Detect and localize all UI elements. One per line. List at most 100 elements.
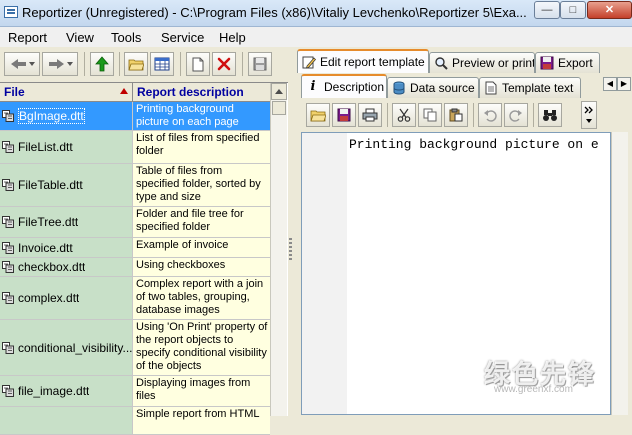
description-cell[interactable]: Using 'On Print' property of the report … xyxy=(133,320,270,375)
table-row[interactable]: Invoice.dtt Example of invoice xyxy=(0,238,270,258)
tab-description[interactable]: i Description xyxy=(301,74,387,98)
new-report-button[interactable] xyxy=(186,52,210,76)
file-name: BgImage.dtt xyxy=(18,108,85,124)
tab-label: Export xyxy=(558,56,593,70)
delete-x-icon xyxy=(217,57,231,71)
save-template-button[interactable] xyxy=(332,103,356,127)
toolbar-overflow-button[interactable] xyxy=(581,101,597,129)
file-cell[interactable]: file_image.dtt xyxy=(0,376,133,406)
toolbar-separator xyxy=(387,103,388,127)
table-row[interactable]: FileList.dtt List of files from specifie… xyxy=(0,131,270,164)
print-button[interactable] xyxy=(358,103,382,127)
report-file-icon xyxy=(2,341,14,354)
up-button[interactable] xyxy=(90,52,114,76)
description-cell[interactable]: Complex report with a join of two tables… xyxy=(133,277,270,319)
description-editor[interactable]: Printing background picture on e xyxy=(301,132,611,415)
file-cell[interactable] xyxy=(0,407,133,434)
tab-data-source[interactable]: Data source xyxy=(387,77,479,98)
table-row[interactable]: conditional_visibility.... Using 'On Pri… xyxy=(0,320,270,376)
description-cell[interactable]: Printing background picture on each page xyxy=(133,102,270,130)
menu-view[interactable]: View xyxy=(66,30,94,45)
undo-button[interactable] xyxy=(478,103,502,127)
description-cell[interactable]: Table of files from specified folder, so… xyxy=(133,164,270,206)
file-cell[interactable]: FileTable.dtt xyxy=(0,164,133,206)
file-cell[interactable]: FileTree.dtt xyxy=(0,207,133,237)
report-file-icon xyxy=(2,385,14,397)
tabs-scroll-left[interactable]: ◀ xyxy=(603,77,617,91)
paste-icon xyxy=(449,108,463,122)
arrow-up-icon xyxy=(95,56,109,72)
table-row[interactable]: FileTree.dtt Folder and file tree for sp… xyxy=(0,207,270,238)
menu-tools[interactable]: Tools xyxy=(111,30,141,45)
description-cell[interactable]: Folder and file tree for specified folde… xyxy=(133,207,270,237)
new-document-icon xyxy=(192,57,204,71)
description-cell[interactable]: Simple report from HTML xyxy=(133,407,270,434)
tab-preview-print[interactable]: Preview or print xyxy=(429,52,535,73)
report-file-icon xyxy=(2,179,14,191)
paste-button[interactable] xyxy=(444,103,468,127)
menu-service[interactable]: Service xyxy=(161,30,204,45)
table-row[interactable]: complex.dtt Complex report with a join o… xyxy=(0,277,270,320)
file-cell[interactable]: BgImage.dtt xyxy=(0,102,133,130)
description-cell[interactable]: Using checkboxes xyxy=(133,258,270,276)
file-cell[interactable]: complex.dtt xyxy=(0,277,133,319)
tab-template-text[interactable]: Template text xyxy=(479,77,581,98)
column-header-file[interactable]: File xyxy=(0,83,133,101)
description-cell[interactable]: Displaying images from files xyxy=(133,376,270,406)
minimize-button[interactable]: — xyxy=(534,1,560,19)
menu-report[interactable]: Report xyxy=(8,30,47,45)
tab-label: Data source xyxy=(410,81,475,95)
folder-icon xyxy=(128,59,144,71)
grid-vertical-scrollbar[interactable] xyxy=(270,83,287,416)
file-cell[interactable]: FileList.dtt xyxy=(0,131,133,163)
file-name: FileTree.dtt xyxy=(18,215,79,229)
table-row[interactable]: Simple report from HTML xyxy=(0,407,270,435)
redo-icon xyxy=(509,110,522,122)
scroll-thumb[interactable] xyxy=(272,101,286,115)
description-cell[interactable]: List of files from specified folder xyxy=(133,131,270,163)
scroll-up-arrow[interactable] xyxy=(271,83,287,100)
tab-export[interactable]: Export xyxy=(535,52,600,73)
report-file-icon xyxy=(2,241,14,254)
close-window-button[interactable]: ✕ xyxy=(587,1,632,19)
table-row[interactable]: checkbox.dtt Using checkboxes xyxy=(0,258,270,277)
open-folder-button[interactable] xyxy=(124,52,148,76)
window-title: Reportizer (Unregistered) - C:\Program F… xyxy=(22,5,527,20)
open-template-button[interactable] xyxy=(306,103,330,127)
report-file-icon xyxy=(2,292,14,304)
undo-icon xyxy=(484,110,497,122)
column-header-description[interactable]: Report description xyxy=(133,83,270,101)
file-name: file_image.dtt xyxy=(18,384,90,398)
table-view-button[interactable] xyxy=(150,52,174,76)
toolbar-separator xyxy=(84,52,85,76)
tabs-scroll-right[interactable]: ▶ xyxy=(617,77,631,91)
tab-label: Description xyxy=(324,80,385,94)
find-button[interactable] xyxy=(538,103,562,127)
info-icon: i xyxy=(310,79,316,94)
forward-button[interactable] xyxy=(42,52,78,76)
printer-icon xyxy=(362,108,378,122)
table-row[interactable]: file_image.dtt Displaying images from fi… xyxy=(0,376,270,407)
save-disk-icon xyxy=(253,57,267,71)
cut-button[interactable] xyxy=(392,103,416,127)
tab-edit-template[interactable]: Edit report template xyxy=(297,49,429,73)
delete-button[interactable] xyxy=(212,52,236,76)
report-file-icon xyxy=(2,141,14,153)
maximize-button[interactable]: □ xyxy=(560,1,586,19)
sort-asc-icon xyxy=(120,88,128,94)
menu-help[interactable]: Help xyxy=(219,30,246,45)
save-button[interactable] xyxy=(248,52,272,76)
file-cell[interactable]: checkbox.dtt xyxy=(0,258,133,276)
editor-vertical-scrollbar[interactable] xyxy=(611,132,628,415)
binoculars-icon xyxy=(543,110,557,121)
back-button[interactable] xyxy=(4,52,40,76)
file-cell[interactable]: Invoice.dtt xyxy=(0,238,133,257)
file-cell[interactable]: conditional_visibility.... xyxy=(0,320,133,375)
table-row[interactable]: FileTable.dtt Table of files from specif… xyxy=(0,164,270,207)
table-row[interactable]: BgImage.dtt Printing background picture … xyxy=(0,102,270,131)
description-cell[interactable]: Example of invoice xyxy=(133,238,270,257)
redo-button[interactable] xyxy=(504,103,528,127)
edit-pencil-icon xyxy=(302,56,316,69)
title-bar: Reportizer (Unregistered) - C:\Program F… xyxy=(0,0,632,27)
copy-button[interactable] xyxy=(418,103,442,127)
